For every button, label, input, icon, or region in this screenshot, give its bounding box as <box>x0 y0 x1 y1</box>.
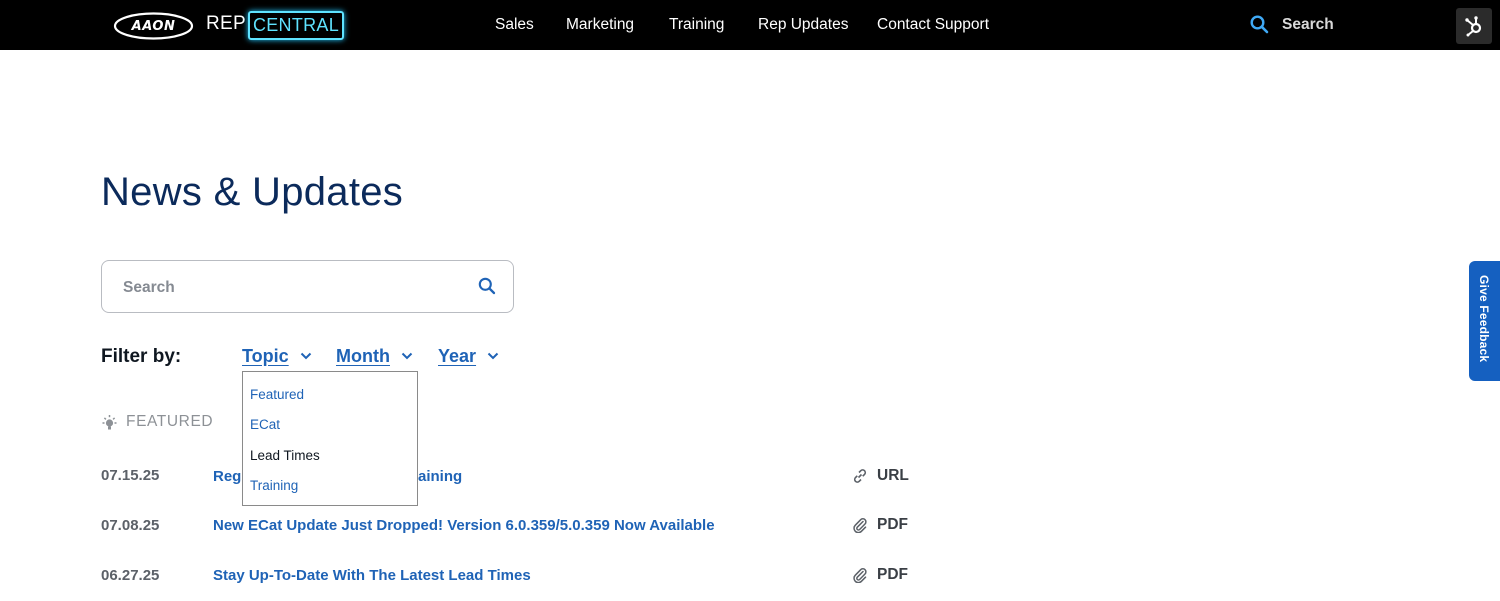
chevron-down-icon <box>487 352 499 359</box>
filter-label: Filter by: <box>101 346 182 367</box>
row-date: 07.15.25 <box>101 467 160 484</box>
chevron-down-icon <box>401 352 413 359</box>
row-type-label: PDF <box>877 516 908 533</box>
give-feedback-label: Give Feedback <box>1477 275 1491 363</box>
row-type-label: PDF <box>877 566 908 583</box>
news-search-input[interactable] <box>123 276 463 300</box>
page-title: News & Updates <box>101 170 404 214</box>
row-title-link[interactable]: Stay Up-To-Date With The Latest Lead Tim… <box>213 567 531 584</box>
give-feedback-tab[interactable]: Give Feedback <box>1469 261 1500 381</box>
filter-topic-label: Topic <box>242 346 289 366</box>
row-type: URL <box>852 467 909 485</box>
dropdown-item-featured[interactable]: Featured <box>250 387 304 402</box>
row-title-link[interactable]: New ECat Update Just Dropped! Version 6.… <box>213 517 715 534</box>
logo-text: AAON <box>131 18 176 34</box>
row-date: 07.08.25 <box>101 517 160 534</box>
nav-training[interactable]: Training <box>669 16 724 34</box>
row-type: PDF <box>852 566 908 584</box>
news-search-box[interactable] <box>101 260 514 313</box>
filter-month[interactable]: Month <box>336 346 413 367</box>
nav-contact-support[interactable]: Contact Support <box>877 16 989 34</box>
row-type: PDF <box>852 516 908 534</box>
filter-month-label: Month <box>336 346 390 366</box>
filter-year[interactable]: Year <box>438 346 499 367</box>
chevron-down-icon <box>300 352 311 359</box>
brand-rep: REP <box>206 13 246 34</box>
dropdown-item-lead-times[interactable]: Lead Times <box>250 448 320 463</box>
search-icon[interactable] <box>478 277 496 295</box>
header-search-button[interactable]: Search <box>1250 15 1334 34</box>
topic-dropdown-menu: Featured ECat Lead Times Training <box>242 371 418 506</box>
hubspot-button[interactable] <box>1456 8 1492 44</box>
row-title-partial-left[interactable]: Reg <box>213 468 241 485</box>
row-type-label: URL <box>877 467 909 484</box>
link-icon <box>853 469 867 483</box>
nav-rep-updates[interactable]: Rep Updates <box>758 16 848 34</box>
filter-year-label: Year <box>438 346 477 366</box>
lightbulb-icon <box>102 414 117 429</box>
nav-marketing[interactable]: Marketing <box>566 16 634 34</box>
featured-label: FEATURED <box>126 413 214 430</box>
aaon-logo[interactable]: AAON <box>113 11 194 41</box>
top-navigation-bar: AAON REP CENTRAL Sales Marketing Trainin… <box>0 0 1500 50</box>
paperclip-icon <box>853 568 867 583</box>
dropdown-item-training[interactable]: Training <box>250 478 298 493</box>
header-search-label: Search <box>1282 15 1334 33</box>
brand-central: CENTRAL <box>248 11 344 40</box>
row-date: 06.27.25 <box>101 567 160 584</box>
nav-sales[interactable]: Sales <box>495 16 534 34</box>
row-title-partial-right[interactable]: aining <box>418 468 462 485</box>
featured-section-label: FEATURED <box>101 413 213 431</box>
search-icon <box>1250 15 1269 34</box>
paperclip-icon <box>853 518 867 533</box>
hubspot-icon <box>1465 16 1482 37</box>
dropdown-item-ecat[interactable]: ECat <box>250 417 280 432</box>
filter-topic[interactable]: Topic <box>242 346 312 367</box>
